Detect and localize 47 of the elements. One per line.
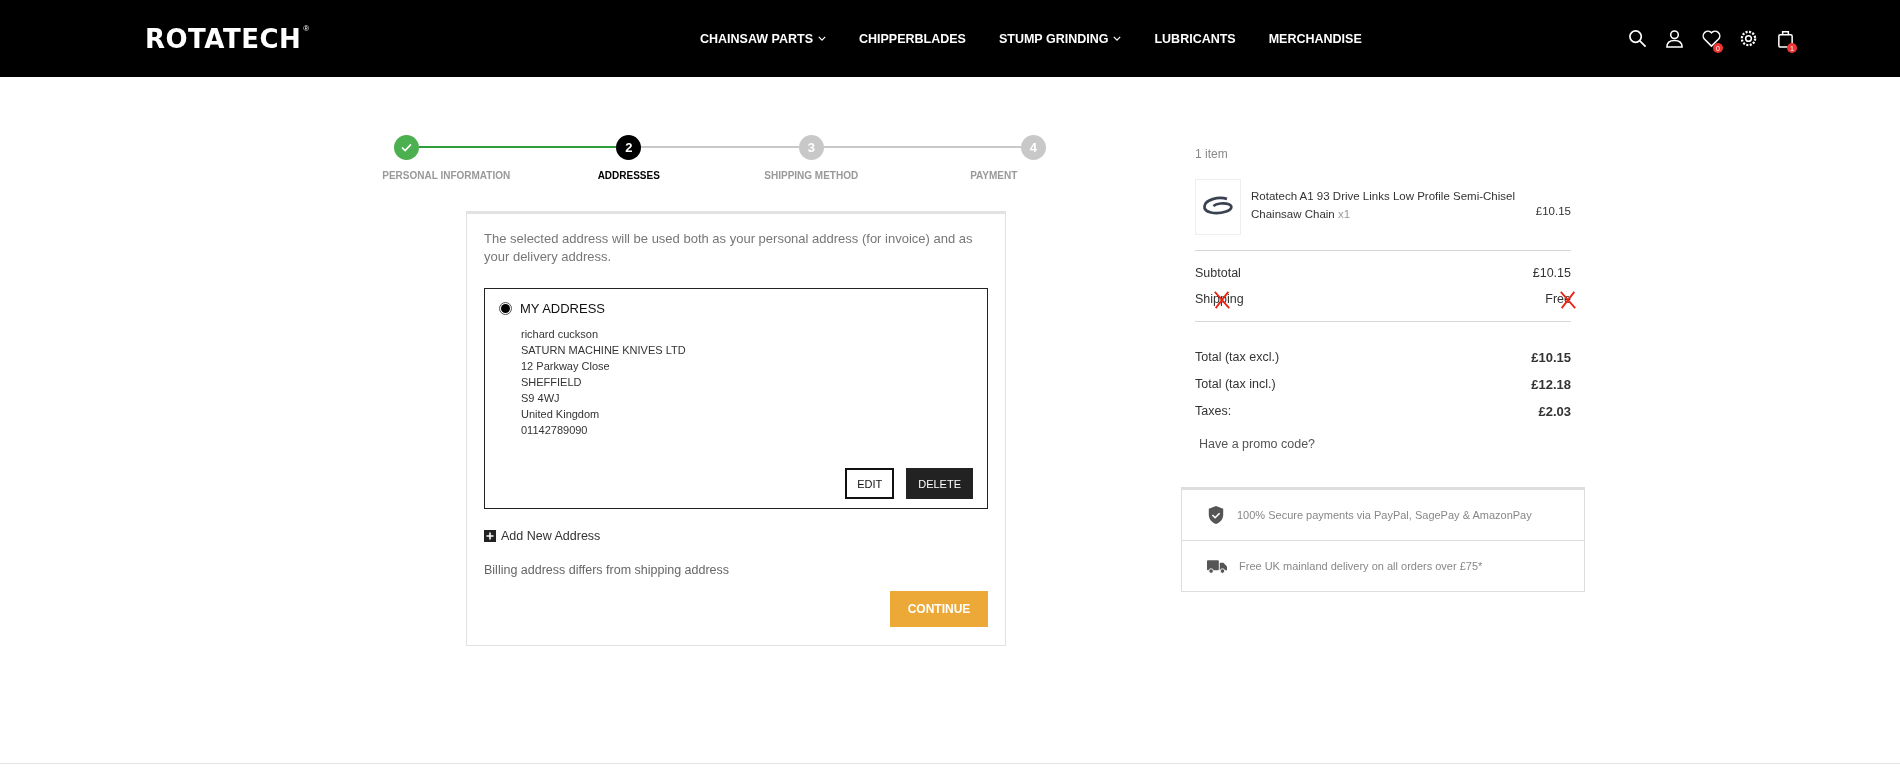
summary-value: £10.15	[1532, 266, 1571, 280]
radio-button[interactable]	[499, 302, 512, 315]
address-title: MY ADDRESS	[520, 301, 605, 316]
step-number: 2	[625, 139, 633, 155]
heart-icon[interactable]	[1702, 29, 1721, 48]
product-price: £10.15	[1535, 204, 1571, 217]
plus-icon	[484, 530, 496, 542]
search-icon[interactable]	[1628, 29, 1647, 48]
address-action-button[interactable]: DELETE	[906, 468, 973, 499]
assurance-text: Free UK mainland delivery on all orders over £75*	[1239, 560, 1483, 572]
nav-link[interactable]: CHAINSAW PARTS	[700, 31, 826, 46]
cart-icon[interactable]	[1776, 29, 1795, 48]
address-line: richard cuckson	[521, 327, 600, 342]
registered-mark: ®	[303, 23, 310, 33]
add-address-link[interactable]: Add New Address	[484, 529, 988, 543]
address-line: SATURN MACHINE KNIVES LTD	[521, 343, 687, 358]
promo-code-link[interactable]: Have a promo code?	[1195, 437, 1571, 451]
settings-icon[interactable]	[1739, 29, 1758, 48]
step-label[interactable]: ADDRESSES	[597, 170, 660, 181]
nav-link[interactable]: MERCHANDISE	[1268, 31, 1362, 46]
billing-address-link[interactable]: Billing address differs from shipping address	[484, 563, 988, 577]
nav-link[interactable]: STUMP GRINDING	[998, 31, 1122, 46]
address-line: 12 Parkway Close	[521, 359, 611, 374]
item-count: 1 item	[1195, 147, 1229, 161]
address-card[interactable]: MY ADDRESS richard cuckson SATURN MACHINE KNIVES LTD 12 Parkway Close SHEFFIELD S9 4WJ United Kingdom 01142789090 EDIT DELETE	[484, 288, 988, 509]
address-line: United Kingdom	[521, 407, 601, 422]
shield-check-icon	[1207, 505, 1225, 525]
nav-link[interactable]: LUBRICANTS	[1154, 31, 1236, 46]
summary-label: Subtotal	[1195, 266, 1241, 280]
total-label: Total (tax incl.)	[1195, 377, 1276, 392]
address-note: The selected address will be used both as your personal address (for invoice) and as your delivery address.	[484, 230, 974, 266]
address-line: 01142789090	[521, 423, 589, 438]
address-line: SHEFFIELD	[521, 375, 583, 390]
assurance-text: 100% Secure payments via PayPal, SagePay & AmazonPay	[1237, 509, 1532, 521]
check-icon	[401, 142, 413, 152]
user-icon[interactable]	[1665, 29, 1684, 48]
address-action-button[interactable]: EDIT	[845, 468, 895, 499]
total-value: £2.03	[1538, 404, 1571, 419]
nav-link[interactable]: CHIPPERBLADES	[858, 31, 966, 46]
truck-icon	[1207, 558, 1227, 574]
product-name[interactable]: Rotatech A1 93 Drive Links Low Profile Semi-Chisel Chainsaw Chain x1	[1251, 187, 1526, 223]
total-label: Total (tax excl.)	[1195, 350, 1280, 365]
total-value: £10.15	[1531, 350, 1571, 365]
total-value: £12.18	[1531, 377, 1571, 392]
logo[interactable]: ROTATECH	[145, 23, 302, 54]
total-label: Taxes:	[1195, 404, 1232, 419]
address-line: S9 4WJ	[521, 391, 561, 406]
